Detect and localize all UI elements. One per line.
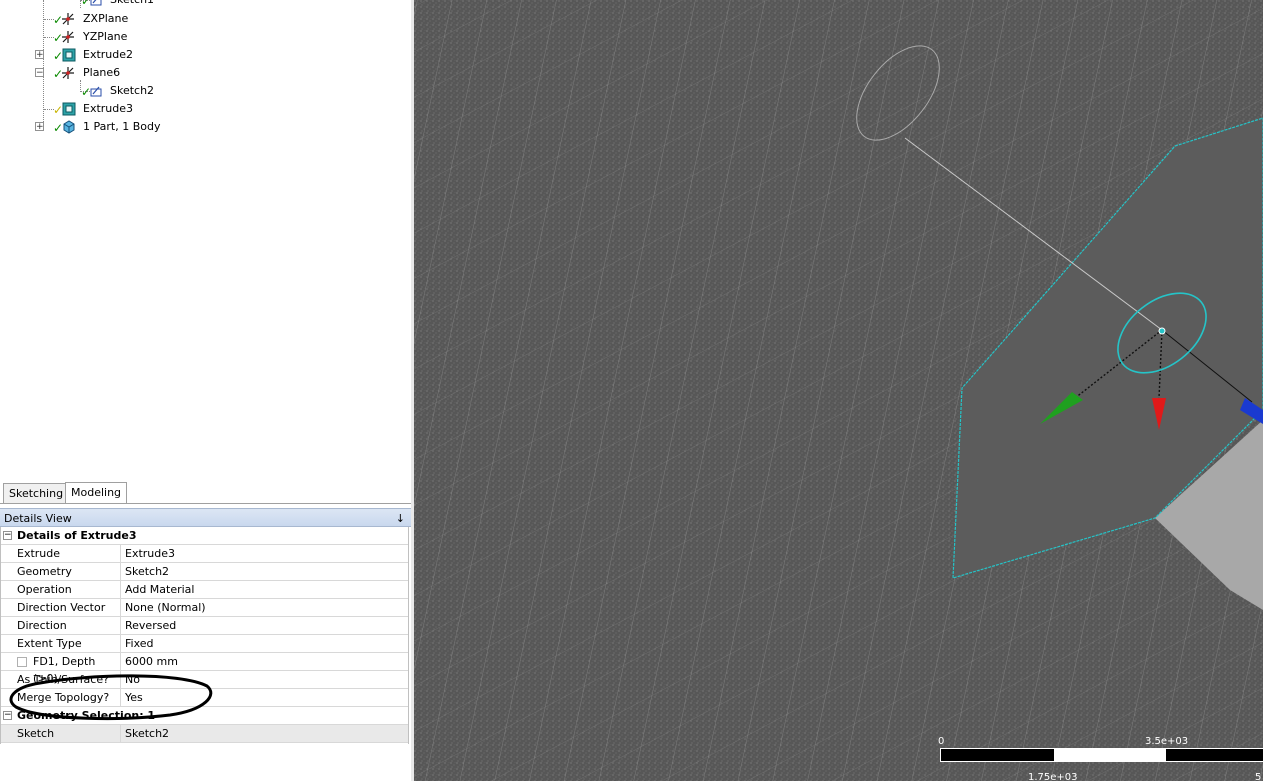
property-value[interactable]: 6000 mm [125,653,178,670]
details-row[interactable]: Operation Add Material [0,581,409,599]
property-name: Direction Vector [17,599,121,616]
property-name: Geometry [17,563,121,580]
property-name: As Thin/Surface? [17,671,121,688]
expand-plus-icon[interactable]: + [35,50,44,60]
tree-item-label: Sketch2 [110,84,155,97]
scale-label-mid: 3.5e+03 [1145,736,1189,747]
tree-item-yzplane[interactable]: ✓ YZPlane [0,28,400,46]
tree-item-sketch1[interactable]: ✓ Sketch1 [0,0,400,9]
circle-center-point[interactable] [1158,327,1166,335]
property-value[interactable]: None (Normal) [125,599,206,616]
details-view-header: Details View ↓ [0,508,411,527]
tree-item-parts-bodies[interactable]: + ✓ 1 Part, 1 Body [0,118,400,136]
tab-sketching[interactable]: Sketching [3,483,70,503]
plane-axes-icon [62,67,74,79]
details-row[interactable]: Sketch Sketch2 [0,725,409,743]
expand-plus-icon[interactable]: + [35,122,44,132]
property-name: Direction [17,617,121,634]
scale-label-lower: 1.75e+03 [1028,772,1078,781]
pin-icon[interactable]: ↓ [396,509,405,528]
property-name: Sketch [17,725,121,742]
left-pane: ✓ Sketch1 ✓ ZXPlane ✓ YZPlan [0,0,411,781]
sketch-icon [90,0,102,6]
group-label: Details of Extrude3 [17,529,137,542]
property-name: Extent Type [17,635,121,652]
tree-item-sketch2[interactable]: ✓ Sketch2 [0,82,400,100]
property-value[interactable]: Reversed [125,617,176,634]
collapse-minus-icon[interactable]: − [3,711,12,720]
details-row[interactable]: Extent Type Fixed [0,635,409,653]
property-value[interactable]: Sketch2 [125,725,169,742]
group-label: Geometry Selection: 1 [17,709,156,722]
property-value[interactable]: Extrude3 [125,545,175,562]
details-row-merge-topology[interactable]: Merge Topology? Yes [0,689,409,707]
property-name: Operation [17,581,121,598]
part-body-icon [63,120,75,134]
tree-item-label: YZPlane [83,30,128,43]
property-value[interactable]: Yes [125,689,143,706]
parameter-checkbox[interactable] [17,657,27,667]
tree-item-zxplane[interactable]: ✓ ZXPlane [0,10,400,28]
scale-label-right: 5 [1255,772,1262,781]
tree-item-label: Extrude2 [83,48,134,61]
plane-axes-icon [62,13,74,25]
details-row[interactable]: Direction Vector None (Normal) [0,599,409,617]
scale-label-zero: 0 [938,736,945,747]
property-value[interactable]: Fixed [125,635,154,652]
tree-item-extrude2[interactable]: + ✓ Extrude2 [0,46,400,64]
scale-bar-segment [941,749,1054,761]
details-row[interactable]: Geometry Sketch2 [0,563,409,581]
details-row[interactable]: As Thin/Surface? No [0,671,409,689]
tree-item-label: Sketch1 [110,0,154,9]
tree-item-plane6[interactable]: − ✓ Plane6 [0,64,400,82]
details-group-header[interactable]: − Details of Extrude3 [0,527,409,545]
graphics-viewport[interactable]: 0 3.5e+03 1.75e+03 5 [414,0,1263,781]
plane-axes-icon [62,31,74,43]
scale-bar-segment [1166,749,1263,761]
property-value[interactable]: No [125,671,140,688]
tree-item-label: ZXPlane [83,12,129,25]
collapse-minus-icon[interactable]: − [3,531,12,540]
tree-item-label: Extrude3 [83,102,134,115]
tree-item-label: 1 Part, 1 Body [83,120,161,133]
property-value[interactable]: Sketch2 [125,563,169,580]
model-view[interactable] [414,0,1263,781]
feature-tree: ✓ Sketch1 ✓ ZXPlane ✓ YZPlan [0,0,411,140]
extrude-icon [62,48,76,62]
property-value[interactable]: Add Material [125,581,194,598]
details-view-title: Details View [4,512,72,525]
sketch-icon [90,86,102,97]
mode-tabs: Sketching Modeling [0,480,411,504]
details-row[interactable]: Direction Reversed [0,617,409,635]
details-group-header[interactable]: − Geometry Selection: 1 [0,707,409,725]
details-row-depth[interactable]: FD1, Depth (>0) 6000 mm [0,653,409,685]
property-name: Merge Topology? [17,689,121,706]
extrude-icon [62,102,76,116]
collapse-minus-icon[interactable]: − [35,68,44,78]
property-name: Extrude [17,545,121,562]
details-row[interactable]: Extrude Extrude3 [0,545,409,563]
tree-item-label: Plane6 [83,66,121,79]
tree-item-extrude3[interactable]: ✓ Extrude3 [0,100,400,118]
property-name: FD1, Depth (>0) [33,653,121,685]
tab-modeling[interactable]: Modeling [65,482,128,503]
